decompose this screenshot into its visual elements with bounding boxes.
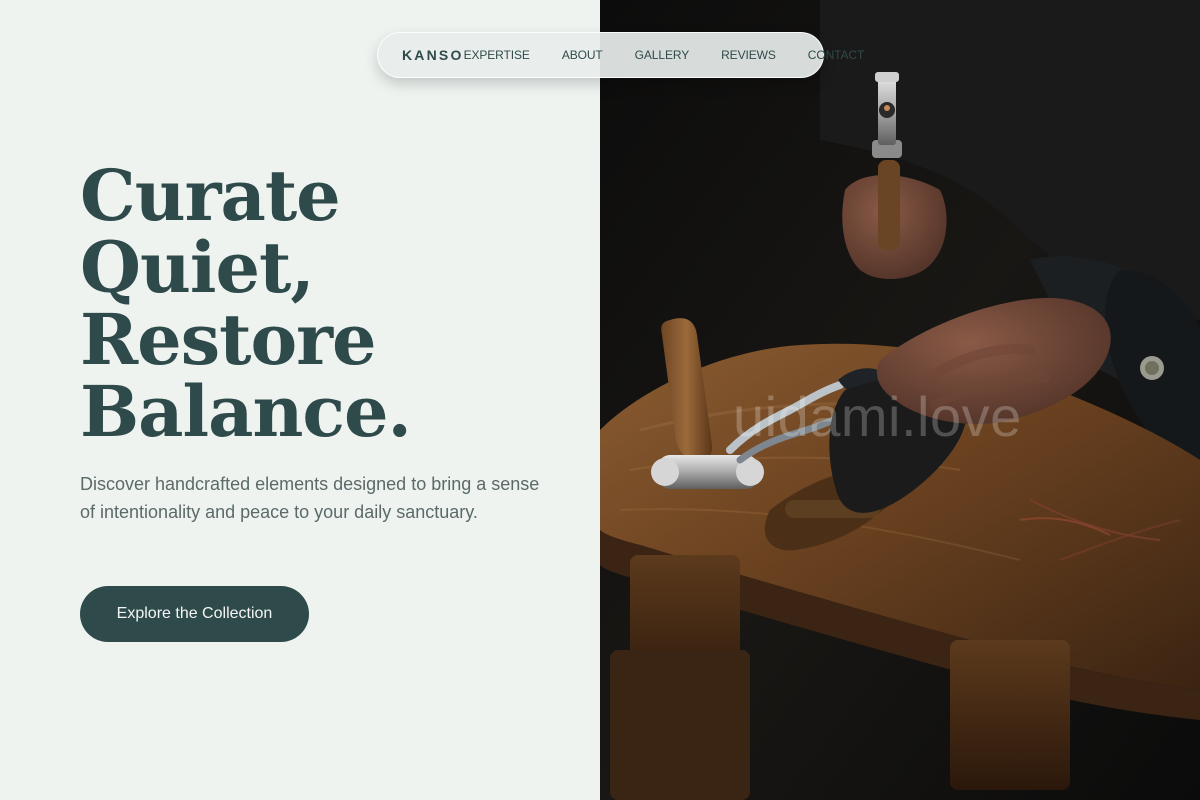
- nav-links: EXPERTISE ABOUT GALLERY REVIEWS CONTACT: [464, 48, 865, 62]
- page: Curate Quiet, Restore Balance. Discover …: [0, 0, 1200, 800]
- nav-link-expertise[interactable]: EXPERTISE: [464, 48, 530, 62]
- top-nav-pill: KANSO EXPERTISE ABOUT GALLERY REVIEWS CO…: [377, 32, 864, 78]
- nav-link-contact[interactable]: CONTACT: [808, 48, 865, 62]
- craftsman-workbench-image: [600, 0, 1200, 800]
- nav-link-gallery[interactable]: GALLERY: [635, 48, 690, 62]
- hero-title: Curate Quiet, Restore Balance.: [80, 160, 560, 448]
- brand-logo[interactable]: KANSO: [402, 47, 464, 63]
- nav-link-about[interactable]: ABOUT: [562, 48, 603, 62]
- hero-subtitle: Discover handcrafted elements designed t…: [80, 474, 540, 522]
- hero-title-line-2: Quiet,: [80, 226, 315, 309]
- hero-image-pane: [600, 0, 1200, 800]
- hero-title-line-1: Curate: [80, 154, 341, 237]
- hero-left-pane: Curate Quiet, Restore Balance. Discover …: [0, 0, 600, 800]
- explore-collection-button[interactable]: Explore the Collection: [80, 586, 309, 642]
- nav-link-reviews[interactable]: REVIEWS: [721, 48, 776, 62]
- hero-title-line-4: Balance.: [80, 370, 412, 453]
- hero-title-line-3: Restore: [80, 298, 377, 381]
